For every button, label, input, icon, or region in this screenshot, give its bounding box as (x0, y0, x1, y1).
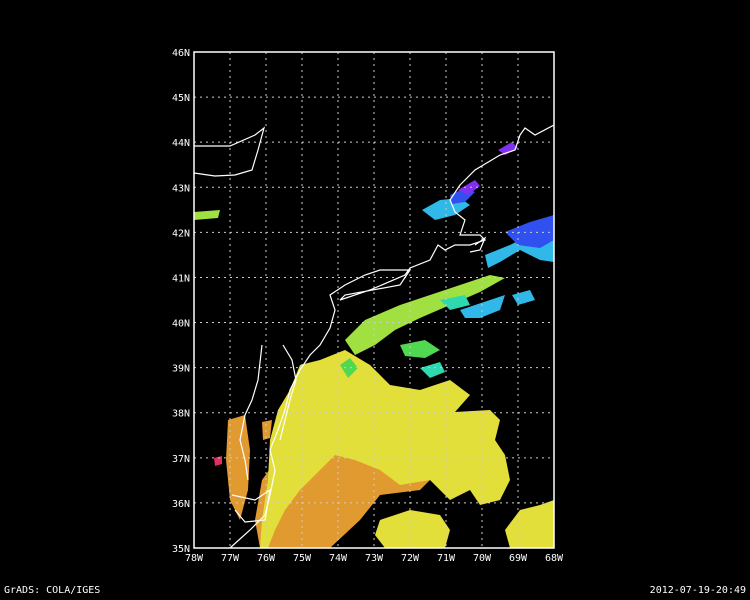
lon-tick-label: 73W (365, 553, 384, 564)
lat-tick-label: 42N (172, 228, 190, 239)
lon-tick-label: 75W (293, 553, 312, 564)
lon-tick-label: 71W (437, 553, 456, 564)
lon-tick-label: 69W (509, 553, 528, 564)
lon-tick-label: 70W (473, 553, 492, 564)
footer-timestamp: 2012-07-19-20:49 (649, 585, 746, 596)
lat-tick-label: 46N (172, 48, 190, 59)
lat-tick-label: 38N (172, 409, 190, 420)
lon-tick-label: 74W (329, 553, 348, 564)
lon-tick-label: 68W (545, 553, 564, 564)
footer-credit: GrADS: COLA/IGES (4, 585, 101, 596)
lon-tick-label: 72W (401, 553, 420, 564)
lat-tick-label: 41N (172, 273, 190, 284)
lon-tick-label: 76W (257, 553, 276, 564)
lat-tick-label: 36N (172, 499, 190, 510)
map-canvas: 35N36N37N38N39N40N41N42N43N44N45N46N 78W… (0, 0, 750, 600)
lat-tick-label: 39N (172, 364, 190, 375)
lon-tick-label: 78W (185, 553, 204, 564)
lat-tick-label: 44N (172, 138, 190, 149)
lon-tick-label: 77W (221, 553, 240, 564)
lat-tick-label: 45N (172, 93, 190, 104)
lat-tick-label: 43N (172, 183, 190, 194)
lat-tick-label: 40N (172, 319, 190, 330)
background (0, 0, 750, 600)
lat-tick-label: 37N (172, 454, 190, 465)
